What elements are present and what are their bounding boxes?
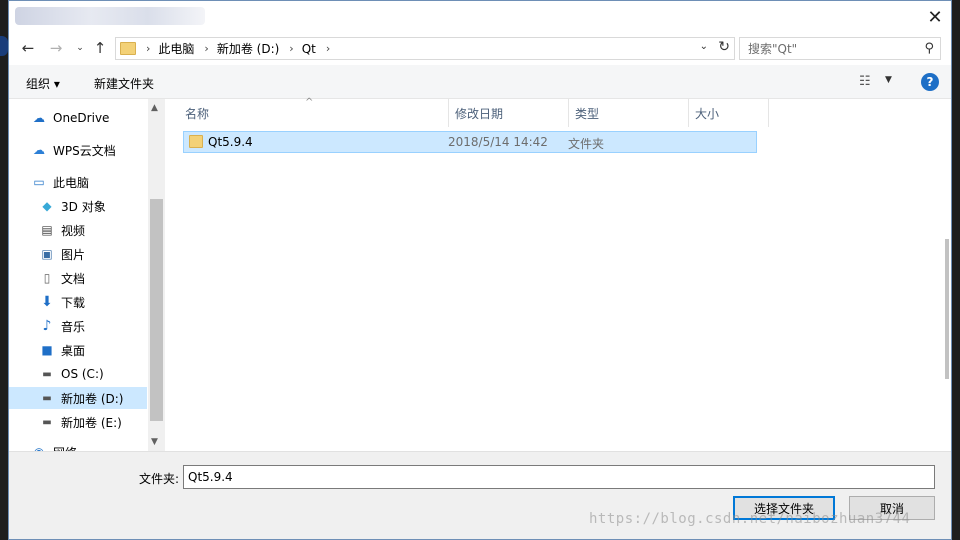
dialog-footer: 文件夹: Qt5.9.4 选择文件夹 取消 https://blog.csdn.… [9, 451, 951, 539]
back-arrow-icon[interactable]: ← [19, 39, 37, 57]
sidebar-item-network[interactable]: ◉ 网络 [9, 441, 147, 451]
title-bar: ✕ [9, 1, 951, 33]
scrollbar-thumb[interactable] [945, 239, 949, 379]
sidebar-item-label: 3D 对象 [61, 199, 106, 214]
sidebar-item-label: 此电脑 [53, 175, 90, 190]
sidebar-item-videos[interactable]: ▤ 视频 [9, 219, 147, 241]
folder-name-value: Qt5.9.4 [188, 470, 233, 484]
file-modified: 2018/5/14 14:42 [448, 135, 548, 149]
file-list-scrollbar[interactable] [943, 99, 951, 451]
sidebar-item-label: 桌面 [61, 343, 86, 358]
search-icon[interactable]: ⚲ [924, 41, 934, 56]
sidebar-scrollbar[interactable]: ▲ ▼ [148, 99, 165, 451]
sidebar-item-music[interactable]: ♪ 音乐 [9, 315, 147, 337]
sidebar-item-onedrive[interactable]: ☁ OneDrive [9, 107, 147, 129]
desktop-icon: ■ [41, 343, 53, 357]
sidebar-item-wps[interactable]: ☁ WPS云文档 [9, 139, 147, 161]
sidebar-item-label: 下载 [61, 295, 86, 310]
sidebar-item-documents[interactable]: ▯ 文档 [9, 267, 147, 289]
organize-button[interactable]: 组织 ▾ [26, 75, 60, 92]
chevron-right-icon: › [325, 42, 331, 55]
column-header-label: 修改日期 [455, 106, 504, 121]
sidebar-item-drive-c[interactable]: ▬ OS (C:) [9, 363, 147, 385]
background-app-edge [0, 36, 8, 56]
new-folder-button[interactable]: 新建文件夹 [94, 75, 154, 92]
folder-name-input[interactable]: Qt5.9.4 [183, 465, 935, 489]
film-icon: ▤ [41, 223, 53, 237]
refresh-icon[interactable]: ↻ [718, 39, 730, 55]
sidebar-item-label: 新加卷 (D:) [61, 391, 124, 406]
navigation-pane: ☁ OneDrive ☁ WPS云文档 ▭ 此电脑 ◆ 3D 对象 ▤ 视频 ▣… [9, 99, 165, 451]
cloud-outline-icon: ☁ [33, 143, 45, 157]
music-icon: ♪ [42, 318, 52, 334]
drive-icon: ▬ [42, 368, 52, 380]
breadcrumb-drive-d[interactable]: 新加卷 (D:) [217, 40, 279, 57]
sidebar-item-drive-d[interactable]: ▬ 新加卷 (D:) [9, 387, 147, 409]
file-type: 文件夹 [568, 137, 605, 151]
computer-icon: ▭ [33, 175, 45, 189]
sidebar-item-label: 音乐 [61, 319, 86, 334]
sidebar-item-downloads[interactable]: ⬇ 下载 [9, 291, 147, 313]
help-icon[interactable]: ? [921, 73, 939, 91]
column-header-label: 大小 [695, 106, 720, 121]
sidebar-item-label: OS (C:) [61, 367, 104, 381]
column-header-type[interactable]: 类型 [569, 99, 689, 127]
breadcrumb-qt[interactable]: Qt [302, 42, 316, 56]
chevron-right-icon: › [146, 42, 151, 55]
document-icon: ▯ [43, 271, 51, 285]
sidebar-item-label: 视频 [61, 223, 86, 238]
sidebar-item-label: 图片 [61, 247, 86, 262]
search-placeholder: 搜索"Qt" [748, 42, 798, 56]
scrollbar-thumb[interactable] [150, 199, 163, 421]
navigation-row: ← → ⌄ ↑ › 此电脑 › 新加卷 (D:) › Qt › ⌄ ↻ 搜索"Q… [9, 35, 951, 63]
sidebar-item-label: 文档 [61, 271, 86, 286]
address-dropdown-icon[interactable]: ⌄ [700, 41, 708, 52]
scroll-up-icon[interactable]: ▲ [151, 103, 158, 113]
sidebar-item-drive-e[interactable]: ▬ 新加卷 (E:) [9, 411, 147, 433]
sidebar-item-3d-objects[interactable]: ◆ 3D 对象 [9, 195, 147, 217]
command-bar: 组织 ▾ 新建文件夹 ☷ ▼ ? [9, 65, 951, 99]
table-row[interactable]: Qt5.9.4 2018/5/14 14:42 文件夹 [183, 131, 757, 153]
search-input[interactable]: 搜索"Qt" ⚲ [739, 37, 941, 60]
up-arrow-icon[interactable]: ↑ [91, 39, 109, 57]
view-options-icon[interactable]: ☷ [859, 74, 871, 89]
column-header-label: 名称 [185, 106, 210, 121]
sidebar-item-pictures[interactable]: ▣ 图片 [9, 243, 147, 265]
file-name: Qt5.9.4 [208, 135, 253, 149]
drive-icon: ▬ [42, 392, 52, 404]
column-header-size[interactable]: 大小 [689, 99, 769, 127]
sidebar-item-label: 网络 [53, 444, 77, 452]
breadcrumb-this-pc[interactable]: 此电脑 [158, 40, 194, 57]
picture-icon: ▣ [41, 247, 53, 261]
forward-arrow-icon[interactable]: → [47, 39, 65, 57]
sidebar-item-label: OneDrive [53, 111, 110, 125]
folder-field-label: 文件夹: [139, 472, 180, 486]
chevron-right-icon: › [204, 42, 209, 55]
watermark-text: https://blog.csdn.net/naibozhuan3744 [589, 511, 911, 527]
close-button[interactable]: ✕ [919, 1, 951, 33]
file-list: ^ 名称 修改日期 类型 大小 Qt5.9.4 2018/5/14 14:42 … [167, 97, 951, 451]
sidebar-item-desktop[interactable]: ■ 桌面 [9, 339, 147, 361]
network-icon: ◉ [31, 444, 47, 451]
cube-icon: ◆ [42, 199, 52, 213]
column-header-name[interactable]: 名称 [167, 99, 449, 127]
folder-icon [120, 42, 136, 55]
view-dropdown-icon[interactable]: ▼ [885, 75, 892, 85]
address-bar[interactable]: › 此电脑 › 新加卷 (D:) › Qt › ⌄ ↻ [115, 37, 735, 60]
download-icon: ⬇ [41, 294, 53, 310]
scroll-down-icon[interactable]: ▼ [151, 437, 158, 447]
column-header-modified[interactable]: 修改日期 [449, 99, 569, 127]
cloud-icon: ☁ [33, 111, 45, 125]
chevron-down-icon[interactable]: ⌄ [71, 39, 89, 57]
sidebar-item-label: 新加卷 (E:) [61, 415, 122, 430]
folder-icon [189, 135, 203, 148]
column-header-label: 类型 [575, 106, 600, 121]
blurred-title [15, 7, 205, 25]
sidebar-item-label: WPS云文档 [53, 143, 116, 158]
chevron-right-icon: › [289, 42, 294, 55]
drive-icon: ▬ [42, 416, 52, 428]
sidebar-item-this-pc[interactable]: ▭ 此电脑 [9, 171, 147, 193]
folder-picker-dialog: ✕ ← → ⌄ ↑ › 此电脑 › 新加卷 (D:) › Qt › ⌄ ↻ 搜索… [8, 0, 952, 540]
